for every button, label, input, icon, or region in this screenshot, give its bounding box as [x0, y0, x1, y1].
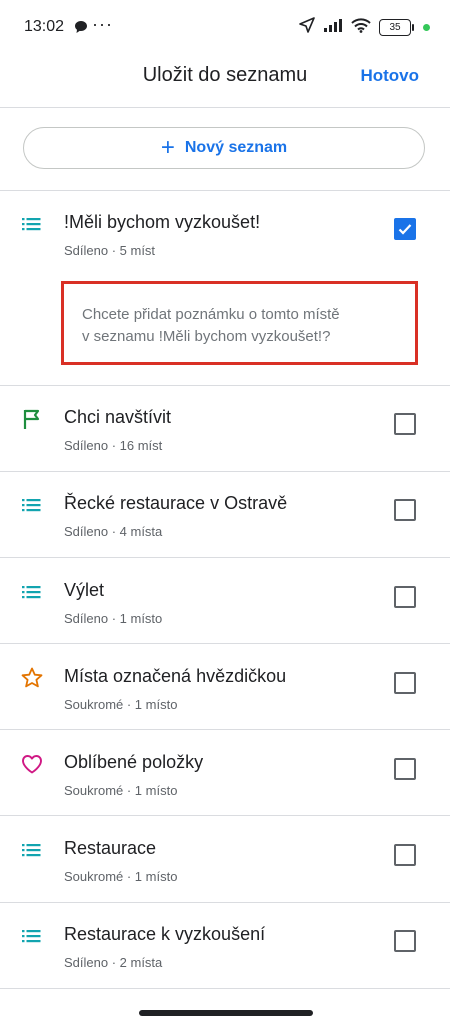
plus-icon: + [160, 134, 175, 161]
list-icon [20, 580, 44, 604]
signal-icon [323, 18, 343, 37]
new-list-label: Nový seznam [184, 139, 288, 156]
chat-bubble-icon [74, 20, 88, 39]
list-icon [20, 838, 44, 862]
list-subtitle: Soukromé · 1 místo [64, 869, 178, 884]
list-subtitle: Soukromé · 1 místo [64, 697, 178, 712]
status-time: 13:02 [24, 18, 65, 35]
list-subtitle: Sdíleno · 4 místa [64, 524, 163, 539]
privacy-indicator-dot [423, 24, 430, 31]
dialog-header: Uložit do seznamu Hotovo [0, 52, 450, 108]
list-name: Restaurace [64, 838, 157, 858]
home-indicator[interactable] [139, 1010, 313, 1016]
list-subtitle: Sdíleno · 16 míst [64, 438, 163, 453]
list-item[interactable]: Restaurace Soukromé · 1 místo [0, 838, 450, 924]
list-item[interactable]: Restaurace k vyzkoušení Sdíleno · 2 míst… [0, 924, 450, 1010]
list-name: Restaurace k vyzkoušení [64, 924, 266, 944]
done-button[interactable]: Hotovo [360, 66, 419, 86]
more-notifications-icon: ··· [92, 14, 113, 34]
list-name: Řecké restaurace v Ostravě [64, 493, 288, 513]
divider [0, 902, 450, 903]
list-item[interactable]: Oblíbené položky Soukromé · 1 místo [0, 752, 450, 838]
list-checkbox[interactable] [394, 499, 416, 521]
list-checkbox[interactable] [394, 930, 416, 952]
divider [0, 471, 450, 472]
list-checkbox[interactable] [394, 413, 416, 435]
list-subtitle: Soukromé · 1 místo [64, 783, 178, 798]
note-placeholder-line: Chcete přidat poznámku o tomto místě [82, 306, 340, 323]
list-checkbox[interactable] [394, 218, 416, 240]
flag-icon [20, 407, 44, 431]
list-item[interactable]: Řecké restaurace v Ostravě Sdíleno · 4 m… [0, 493, 450, 579]
divider [0, 190, 450, 191]
wifi-icon [351, 17, 371, 38]
list-checkbox[interactable] [394, 758, 416, 780]
divider [0, 643, 450, 644]
list-subtitle: Sdíleno · 2 místa [64, 955, 163, 970]
list-item[interactable]: Chci navštívit Sdíleno · 16 míst [0, 407, 450, 493]
list-icon [20, 924, 44, 948]
new-list-button[interactable]: + Nový seznam [23, 127, 425, 169]
note-placeholder-line: v seznamu !Měli bychom vyzkoušet!? [82, 328, 331, 345]
list-checkbox[interactable] [394, 586, 416, 608]
divider [0, 988, 450, 989]
list-icon [20, 212, 44, 236]
divider [0, 557, 450, 558]
list-subtitle: Sdíleno · 5 míst [64, 243, 156, 258]
list-checkbox[interactable] [394, 672, 416, 694]
list-item[interactable]: Výlet Sdíleno · 1 místo [0, 580, 450, 666]
list-name: Chci navštívit [64, 407, 172, 427]
location-arrow-icon [299, 17, 315, 38]
list-name: Oblíbené položky [64, 752, 204, 772]
note-input[interactable]: Chcete přidat poznámku o tomto místě v s… [61, 281, 418, 365]
divider [0, 385, 450, 386]
divider [0, 729, 450, 730]
list-name: Místa označená hvězdičkou [64, 666, 287, 686]
list-icon [20, 493, 44, 517]
list-subtitle: Sdíleno · 1 místo [64, 611, 163, 626]
battery-icon: 35 [379, 19, 414, 36]
status-icons: 35 [299, 17, 430, 38]
list-name: !Měli bychom vyzkoušet! [64, 212, 261, 232]
star-icon [20, 666, 44, 690]
status-bar: 13:02 ··· 35 [0, 0, 450, 52]
divider [0, 815, 450, 816]
list-item[interactable]: Místa označená hvězdičkou Soukromé · 1 m… [0, 666, 450, 752]
list-checkbox[interactable] [394, 844, 416, 866]
list-name: Výlet [64, 580, 105, 600]
heart-icon [20, 752, 44, 776]
